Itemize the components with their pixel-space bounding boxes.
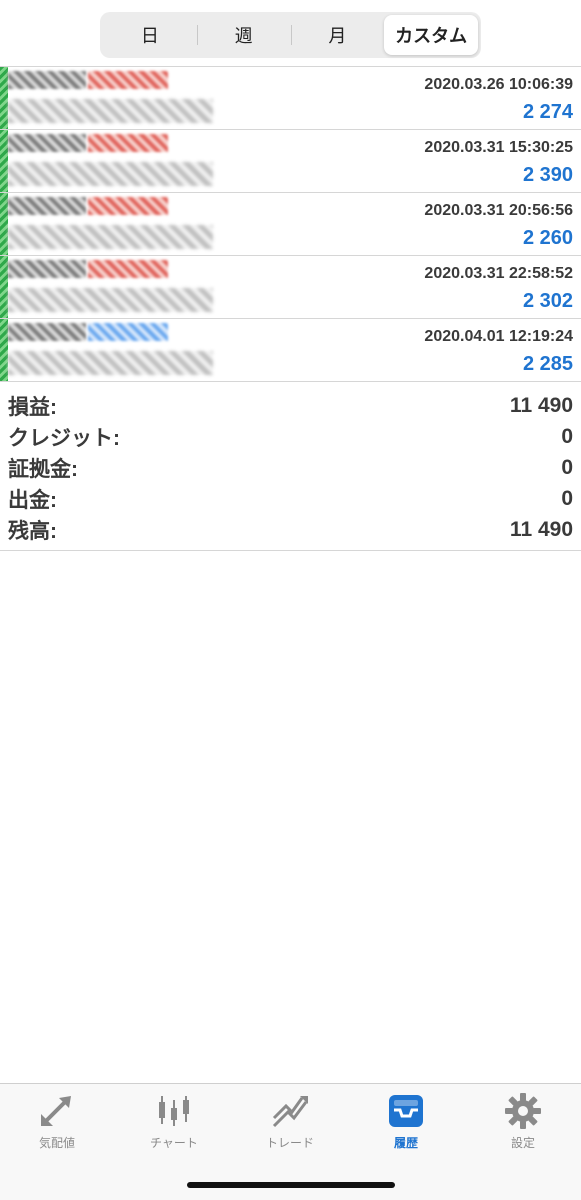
segment-week[interactable]: 週	[196, 15, 291, 55]
segment-month[interactable]: 月	[290, 15, 385, 55]
summary-margin: 証拠金: 0	[0, 452, 581, 483]
candlestick-icon	[159, 1096, 189, 1126]
trade-profit: 2 390	[522, 164, 573, 186]
period-segmented-control: 日 週 月 カスタム	[100, 12, 481, 58]
summary-value: 0	[561, 486, 573, 510]
trade-time: 2020.03.26 10:06:39	[424, 76, 573, 93]
gear-icon	[505, 1093, 541, 1129]
buy-stripe	[0, 319, 8, 381]
trade-time: 2020.03.31 15:30:25	[424, 139, 573, 156]
trade-row[interactable]: 2020.03.31 15:30:25 2 390	[0, 130, 581, 193]
tab-settings[interactable]: 設定	[473, 1092, 573, 1156]
segment-day[interactable]: 日	[103, 15, 197, 55]
redacted-symbol	[8, 323, 86, 341]
redacted-direction	[88, 134, 168, 152]
trade-time: 2020.04.01 12:19:24	[424, 328, 573, 345]
trade-row[interactable]: 2020.03.31 20:56:56 2 260	[0, 193, 581, 256]
quotes-arrows-icon	[41, 1096, 71, 1126]
summary-profit: 損益: 11 490	[0, 390, 581, 421]
tab-label: 気配値	[38, 1136, 75, 1150]
summary-withdrawal: 出金: 0	[0, 483, 581, 514]
summary-credit: クレジット: 0	[0, 421, 581, 452]
redacted-prices	[8, 162, 213, 186]
redacted-symbol	[8, 134, 86, 152]
tab-label: 設定	[510, 1136, 535, 1150]
trade-trend-icon	[272, 1096, 308, 1128]
trade-row[interactable]: 2020.04.01 12:19:24 2 285	[0, 319, 581, 382]
tab-label: チャート	[150, 1136, 198, 1150]
redacted-symbol	[8, 260, 86, 278]
redacted-symbol	[8, 197, 86, 215]
summary-divider	[0, 550, 581, 551]
trade-time: 2020.03.31 22:58:52	[424, 265, 573, 282]
summary-label: 残高:	[8, 519, 57, 543]
trade-profit: 2 260	[522, 227, 573, 249]
tab-quotes[interactable]: 気配値	[7, 1092, 107, 1156]
summary-value: 11 490	[509, 517, 573, 541]
summary-value: 11 490	[509, 393, 573, 417]
tab-label: トレード	[265, 1136, 314, 1150]
redacted-prices	[8, 288, 213, 312]
buy-stripe	[0, 130, 8, 192]
redacted-symbol	[8, 71, 86, 89]
trade-time: 2020.03.31 20:56:56	[424, 202, 573, 219]
trade-profit: 2 274	[522, 101, 573, 123]
trade-history-list: 2020.03.26 10:06:39 2 274 2020.03.31 15:…	[0, 66, 581, 382]
summary-label: 証拠金:	[8, 457, 78, 481]
trade-profit: 2 285	[522, 353, 573, 375]
summary-label: 出金:	[8, 488, 57, 512]
trade-row[interactable]: 2020.03.31 22:58:52 2 302	[0, 256, 581, 319]
buy-stripe	[0, 256, 8, 318]
buy-stripe	[0, 193, 8, 255]
summary-balance: 残高: 11 490	[0, 514, 581, 545]
tab-history[interactable]: 履歴	[356, 1092, 456, 1156]
redacted-prices	[8, 351, 213, 375]
redacted-direction	[88, 197, 168, 215]
redacted-prices	[8, 99, 213, 123]
home-indicator	[187, 1182, 395, 1188]
trade-profit: 2 302	[522, 290, 573, 312]
history-inbox-icon	[389, 1095, 423, 1127]
redacted-direction	[88, 260, 168, 278]
trade-row[interactable]: 2020.03.26 10:06:39 2 274	[0, 67, 581, 130]
redacted-direction	[88, 323, 168, 341]
tab-chart[interactable]: チャート	[124, 1092, 224, 1156]
redacted-direction	[88, 71, 168, 89]
tab-label: 履歴	[393, 1136, 418, 1150]
summary-value: 0	[561, 455, 573, 479]
summary-label: 損益:	[8, 395, 57, 419]
summary-label: クレジット:	[8, 426, 120, 450]
redacted-prices	[8, 225, 213, 249]
segment-custom[interactable]: カスタム	[384, 15, 478, 55]
tab-trade[interactable]: トレード	[240, 1092, 340, 1156]
account-summary: 損益: 11 490 クレジット: 0 証拠金: 0 出金: 0 残高: 11 …	[0, 390, 581, 545]
buy-stripe	[0, 67, 8, 129]
summary-value: 0	[561, 424, 573, 448]
